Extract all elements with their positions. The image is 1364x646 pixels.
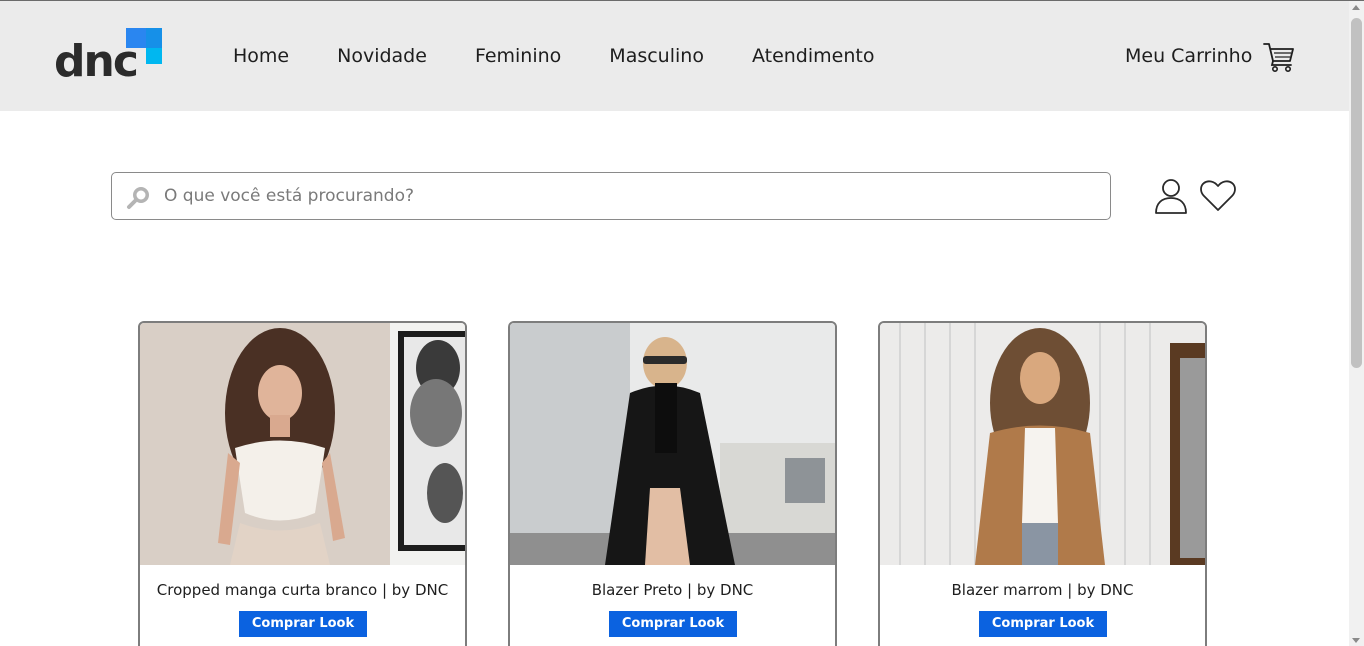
- product-title[interactable]: Blazer Preto | by DNC: [510, 581, 835, 599]
- search-bar: [111, 172, 1111, 220]
- product-card: Blazer marrom | by DNC Comprar Look: [878, 321, 1207, 646]
- site-header: dnc Home Novidade Feminino Masculino Ate…: [0, 1, 1349, 111]
- product-image: [140, 323, 465, 565]
- product-photo[interactable]: [510, 323, 835, 565]
- buy-look-button[interactable]: Comprar Look: [609, 611, 737, 637]
- nav-atendimento[interactable]: Atendimento: [752, 44, 875, 68]
- main-nav: Home Novidade Feminino Masculino Atendim…: [233, 44, 922, 68]
- heart-icon[interactable]: [1199, 179, 1237, 213]
- product-title[interactable]: Cropped manga curta branco | by DNC: [140, 581, 465, 599]
- nav-home[interactable]: Home: [233, 44, 289, 68]
- cart-link[interactable]: Meu Carrinho: [1125, 39, 1296, 73]
- product-title[interactable]: Blazer marrom | by DNC: [880, 581, 1205, 599]
- vertical-scrollbar[interactable]: [1349, 1, 1364, 646]
- cart-label: Meu Carrinho: [1125, 45, 1253, 67]
- cart-icon: [1263, 43, 1295, 72]
- search-input[interactable]: [164, 175, 1094, 217]
- logo-square: [146, 28, 162, 48]
- search-icon[interactable]: [126, 184, 152, 210]
- logo-wordmark: dnc: [54, 36, 139, 87]
- user-icon[interactable]: [1153, 177, 1189, 215]
- logo-square: [146, 48, 162, 64]
- product-image: [510, 323, 835, 565]
- product-card: Cropped manga curta branco | by DNC Comp…: [138, 321, 467, 646]
- nav-feminino[interactable]: Feminino: [475, 44, 561, 68]
- scrollbar-thumb[interactable]: [1351, 18, 1362, 368]
- product-photo[interactable]: [880, 323, 1205, 565]
- buy-look-button[interactable]: Comprar Look: [979, 611, 1107, 637]
- product-card: Blazer Preto | by DNC Comprar Look: [508, 321, 837, 646]
- nav-masculino[interactable]: Masculino: [609, 44, 704, 68]
- product-image: [880, 323, 1205, 565]
- page: dnc Home Novidade Feminino Masculino Ate…: [0, 0, 1364, 646]
- scroll-up-arrow-icon[interactable]: [1352, 5, 1360, 10]
- nav-novidade[interactable]: Novidade: [337, 44, 427, 68]
- buy-look-button[interactable]: Comprar Look: [239, 611, 367, 637]
- product-photo[interactable]: [140, 323, 465, 565]
- dnc-logo[interactable]: dnc: [54, 28, 164, 86]
- scroll-down-arrow-icon[interactable]: [1352, 638, 1360, 643]
- logo-square: [126, 28, 146, 48]
